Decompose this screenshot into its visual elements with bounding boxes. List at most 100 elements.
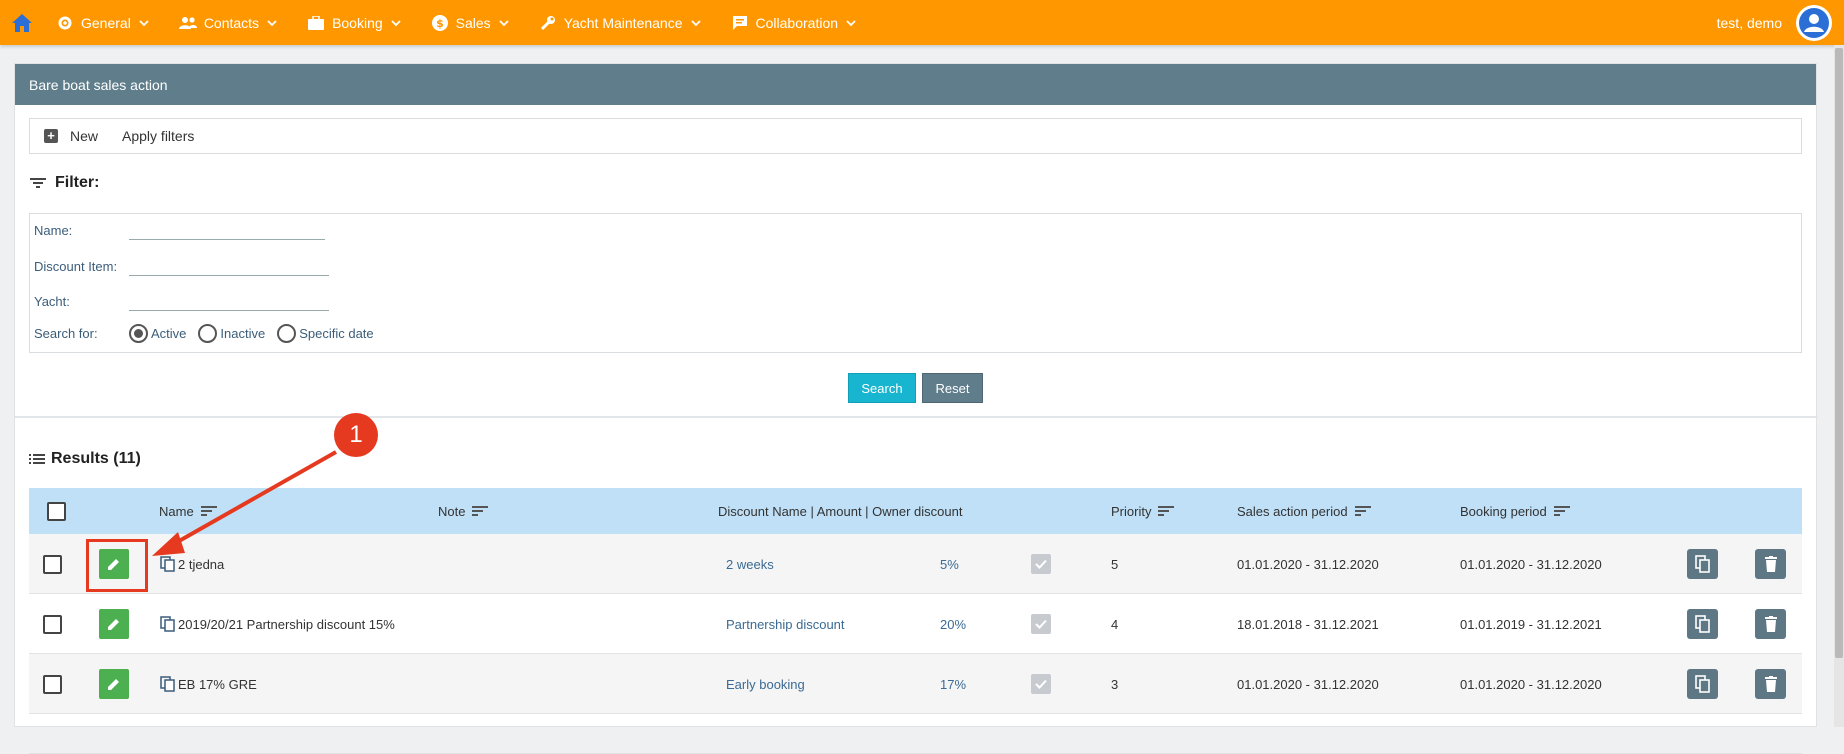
select-all-checkbox[interactable] bbox=[47, 501, 66, 521]
reset-button[interactable]: Reset bbox=[922, 373, 983, 403]
radio-button bbox=[277, 324, 297, 343]
column-name[interactable]: Name bbox=[159, 488, 217, 534]
people-icon bbox=[178, 14, 197, 32]
check-icon bbox=[1035, 679, 1047, 689]
duplicate-button[interactable] bbox=[1687, 549, 1718, 579]
nav-booking[interactable]: Booking bbox=[307, 14, 401, 32]
sort-icon bbox=[1354, 506, 1371, 516]
pencil-icon bbox=[108, 619, 119, 630]
row-booking-period: 01.01.2019 - 31.12.2021 bbox=[1460, 616, 1602, 632]
nav-contacts[interactable]: Contacts bbox=[178, 14, 277, 32]
discount-item-field[interactable] bbox=[129, 256, 329, 276]
delete-button[interactable] bbox=[1755, 549, 1786, 579]
briefcase-icon bbox=[307, 14, 325, 32]
row-booking-period: 01.01.2020 - 31.12.2020 bbox=[1460, 556, 1602, 572]
chat-icon bbox=[731, 14, 749, 32]
copy-icon[interactable] bbox=[160, 616, 176, 632]
owner-discount-checkbox bbox=[1031, 554, 1051, 574]
column-label: Priority bbox=[1111, 503, 1152, 519]
scrollbar-thumb[interactable] bbox=[1835, 48, 1843, 658]
trash-icon bbox=[1764, 556, 1777, 572]
discount-name-link[interactable]: Early booking bbox=[726, 654, 805, 714]
search-button[interactable]: Search bbox=[848, 373, 916, 403]
check-icon bbox=[1035, 619, 1047, 629]
table-row bbox=[29, 714, 1802, 754]
discount-name-link[interactable]: 2 weeks bbox=[726, 534, 774, 594]
column-priority[interactable]: Priority bbox=[1111, 488, 1175, 534]
chevron-down-icon bbox=[846, 19, 856, 26]
user-name: test, demo bbox=[1716, 14, 1782, 31]
edit-button[interactable] bbox=[99, 609, 129, 639]
annotation-step-badge: 1 bbox=[334, 413, 378, 457]
radio-active[interactable]: Active bbox=[129, 324, 186, 343]
radio-inactive[interactable]: Inactive bbox=[198, 324, 265, 343]
radio-label: Specific date bbox=[299, 326, 374, 341]
search-for-label: Search for: bbox=[34, 326, 98, 341]
radio-specific-date[interactable]: Specific date bbox=[277, 324, 374, 343]
row-checkbox[interactable] bbox=[43, 674, 62, 694]
avatar[interactable] bbox=[1796, 4, 1832, 41]
top-navigation-bar: General Contacts Booking $ Sales Yacht M… bbox=[0, 0, 1844, 45]
trash-icon bbox=[1764, 676, 1777, 692]
column-note[interactable]: Note bbox=[438, 488, 489, 534]
filter-title: Filter: bbox=[55, 174, 100, 191]
nav-sales[interactable]: $ Sales bbox=[431, 14, 509, 32]
filter-heading: Filter: bbox=[29, 174, 99, 192]
discount-amount: 5% bbox=[940, 556, 959, 572]
home-icon[interactable] bbox=[10, 11, 34, 35]
copy-icon bbox=[1694, 675, 1710, 693]
row-checkbox[interactable] bbox=[43, 614, 62, 634]
row-booking-period: 01.01.2020 - 31.12.2020 bbox=[1460, 676, 1602, 692]
column-booking-period[interactable]: Booking period bbox=[1460, 488, 1570, 534]
toolbar: + New Apply filters bbox=[29, 118, 1802, 154]
row-sales-period: 18.01.2018 - 31.12.2021 bbox=[1237, 616, 1379, 632]
check-icon bbox=[1035, 559, 1047, 569]
row-name: 2 tjedna bbox=[178, 556, 225, 572]
duplicate-button[interactable] bbox=[1687, 609, 1718, 639]
apply-filters-button[interactable]: Apply filters bbox=[122, 128, 194, 144]
filter-form: Name: Discount Item: Yacht: Search for: … bbox=[29, 213, 1802, 353]
copy-icon[interactable] bbox=[160, 676, 176, 692]
nav-label: Sales bbox=[455, 14, 491, 31]
user-menu[interactable]: test, demo bbox=[1717, 0, 1832, 45]
edit-button[interactable] bbox=[99, 669, 129, 699]
gear-icon bbox=[56, 14, 74, 32]
column-discount: Discount Name | Amount | Owner discount bbox=[718, 503, 963, 519]
chevron-down-icon bbox=[690, 19, 701, 26]
nav-yacht-maintenance[interactable]: Yacht Maintenance bbox=[539, 14, 701, 32]
filter-icon bbox=[30, 178, 46, 188]
column-label: Note bbox=[438, 503, 466, 519]
delete-button[interactable] bbox=[1755, 669, 1786, 699]
copy-icon[interactable] bbox=[160, 556, 176, 572]
discount-name-link[interactable]: Partnership discount bbox=[726, 594, 845, 654]
delete-button[interactable] bbox=[1755, 609, 1786, 639]
row-priority: 3 bbox=[1111, 676, 1119, 692]
duplicate-button[interactable] bbox=[1687, 669, 1718, 699]
row-checkbox[interactable] bbox=[43, 554, 62, 574]
discount-amount: 20% bbox=[940, 616, 967, 632]
table-row: 2 tjedna 2 weeks 5% 5 01.01.2020 - 31.12… bbox=[29, 534, 1802, 594]
discount-amount: 17% bbox=[940, 676, 967, 692]
divider bbox=[15, 416, 1818, 418]
row-name: EB 17% GRE bbox=[178, 676, 257, 692]
yacht-field[interactable] bbox=[129, 291, 329, 311]
name-field[interactable] bbox=[129, 220, 325, 240]
plus-icon: + bbox=[44, 129, 58, 143]
radio-button bbox=[198, 324, 218, 343]
owner-discount-checkbox bbox=[1031, 674, 1051, 694]
table-row: EB 17% GRE Early booking 17% 3 01.01.202… bbox=[29, 654, 1802, 714]
copy-icon bbox=[1694, 555, 1710, 573]
nav-collaboration[interactable]: Collaboration bbox=[731, 14, 857, 32]
panel-title: Bare boat sales action bbox=[15, 64, 1816, 105]
nav-label: Collaboration bbox=[755, 14, 839, 31]
new-button[interactable]: + New bbox=[44, 128, 98, 144]
list-icon bbox=[29, 454, 45, 464]
nav-general[interactable]: General bbox=[56, 14, 149, 32]
nav-label: Yacht Maintenance bbox=[563, 14, 683, 31]
dollar-icon: $ bbox=[431, 14, 449, 32]
column-sales-period[interactable]: Sales action period bbox=[1237, 488, 1371, 534]
results-title: Results (11) bbox=[51, 450, 141, 467]
chevron-down-icon bbox=[267, 19, 277, 26]
chevron-down-icon bbox=[499, 19, 509, 26]
owner-discount-checkbox bbox=[1031, 614, 1051, 634]
